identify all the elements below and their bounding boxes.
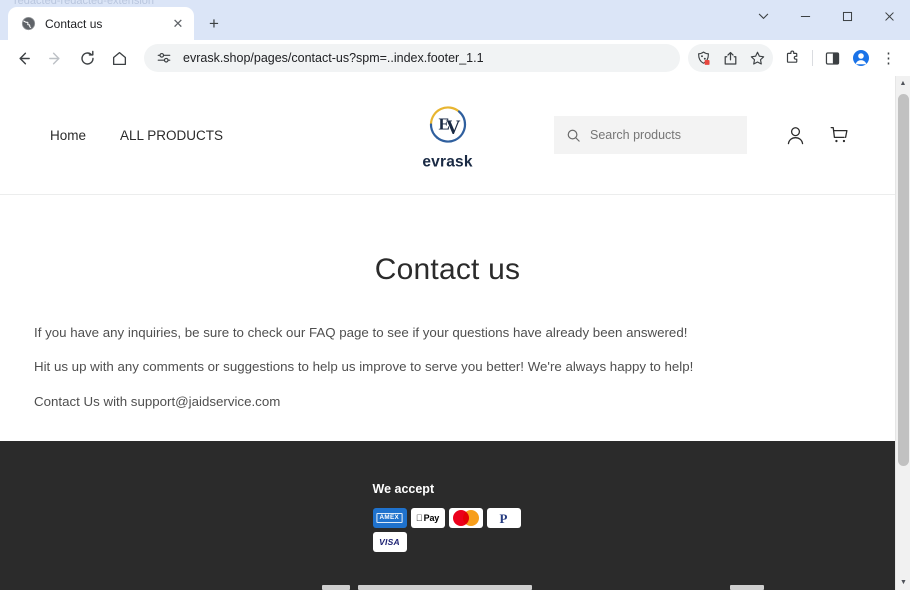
logo-wordmark: evrask <box>422 153 473 171</box>
peek-block <box>730 585 764 590</box>
user-account-icon[interactable] <box>773 113 817 157</box>
tab-title: Contact us <box>45 16 103 31</box>
scroll-up-arrow[interactable]: ▲ <box>896 76 910 91</box>
browser-menu-icon[interactable]: ⋮ <box>875 44 902 72</box>
puzzle-extensions-icon[interactable] <box>779 44 806 72</box>
toolbar-pill-group <box>688 44 773 72</box>
main-content: Contact us If you have any inquiries, be… <box>0 253 895 408</box>
apple-pay-label: Pay <box>420 513 440 523</box>
search-box[interactable] <box>554 116 747 154</box>
close-window-icon[interactable] <box>868 0 910 32</box>
payment-badge-mastercard <box>448 508 483 528</box>
minimize-icon[interactable] <box>784 0 826 32</box>
scrollbar-thumb[interactable] <box>898 94 909 466</box>
logo-mark-icon: E V <box>429 106 466 143</box>
svg-text:V: V <box>446 117 461 139</box>
new-tab-button[interactable]: + <box>200 9 228 37</box>
home-button[interactable] <box>104 43 134 73</box>
paragraph-faq: If you have any inquiries, be sure to ch… <box>34 325 688 340</box>
site-footer: We accept AMEX  Pay <box>0 441 895 590</box>
back-button[interactable] <box>8 43 38 73</box>
page-title: Contact us <box>374 253 521 286</box>
peek-block <box>322 585 350 590</box>
payment-badge-visa: VISA <box>372 532 407 552</box>
forward-button[interactable] <box>40 43 70 73</box>
toolbar-divider <box>812 50 813 66</box>
reload-button[interactable] <box>72 43 102 73</box>
nav-item-home[interactable]: Home <box>34 122 103 149</box>
amex-label: AMEX <box>376 513 403 523</box>
footer-next-row-peek <box>0 584 895 590</box>
star-icon[interactable] <box>744 44 771 72</box>
nav-item-all-products[interactable]: ALL PRODUCTS <box>103 122 240 149</box>
payment-badge-paypal: P <box>486 508 521 528</box>
we-accept-title: We accept <box>372 482 435 496</box>
browser-toolbar: evrask.shop/pages/contact-us?spm=..index… <box>0 40 910 76</box>
payment-methods-list: AMEX  Pay <box>372 508 523 552</box>
site-settings-icon[interactable] <box>155 49 173 67</box>
payment-badge-apple-pay:  Pay <box>410 508 445 528</box>
window-controls <box>742 0 910 32</box>
paragraph-feedback: Hit us up with any comments or suggestio… <box>34 359 694 375</box>
tab-strip: redacted-redacted-extension Contact us ✕… <box>0 0 910 40</box>
vertical-scrollbar[interactable]: ▲ ▼ <box>895 76 910 590</box>
tab-search-icon[interactable] <box>742 0 784 32</box>
browser-tab[interactable]: Contact us ✕ <box>8 7 194 40</box>
paypal-logo-icon: P <box>499 510 508 526</box>
paragraph-email: Contact Us with support@jaidservice.com <box>34 393 281 409</box>
peek-block <box>358 585 532 590</box>
site-header: Home ALL PRODUCTS E V evrask <box>0 76 895 195</box>
mastercard-logo-icon <box>452 510 479 526</box>
scroll-down-arrow[interactable]: ▼ <box>896 575 910 590</box>
header-actions <box>554 113 861 157</box>
payment-badge-american-express: AMEX <box>372 508 407 528</box>
url-text: evrask.shop/pages/contact-us?spm=..index… <box>183 51 484 65</box>
maximize-icon[interactable] <box>826 0 868 32</box>
apple-logo-icon:  <box>416 513 423 523</box>
shopping-cart-icon[interactable] <box>817 113 861 157</box>
tracking-protection-icon[interactable] <box>690 44 717 72</box>
search-input[interactable] <box>590 128 735 142</box>
search-icon <box>566 128 581 143</box>
we-accept-block: We accept AMEX  Pay <box>0 482 895 552</box>
contact-body-copy: If you have any inquiries, be sure to ch… <box>34 326 861 408</box>
page-viewport: Home ALL PRODUCTS E V evrask Search prod… <box>0 76 910 590</box>
page-content: Home ALL PRODUCTS E V evrask Search prod… <box>0 76 895 590</box>
ghost-overlay-text: redacted-redacted-extension <box>14 0 155 7</box>
browser-window: redacted-redacted-extension Contact us ✕… <box>0 0 910 590</box>
profile-avatar-icon[interactable] <box>847 44 874 72</box>
toolbar-right-actions: ⋮ <box>688 44 902 72</box>
share-icon[interactable] <box>717 44 744 72</box>
close-icon[interactable]: ✕ <box>168 14 188 34</box>
primary-navigation: Home ALL PRODUCTS <box>34 122 240 149</box>
split-view-icon[interactable] <box>819 44 846 72</box>
address-bar[interactable]: evrask.shop/pages/contact-us?spm=..index… <box>144 44 680 72</box>
visa-label: VISA <box>379 537 400 547</box>
globe-icon <box>20 16 36 32</box>
site-logo[interactable]: E V evrask <box>422 99 474 172</box>
